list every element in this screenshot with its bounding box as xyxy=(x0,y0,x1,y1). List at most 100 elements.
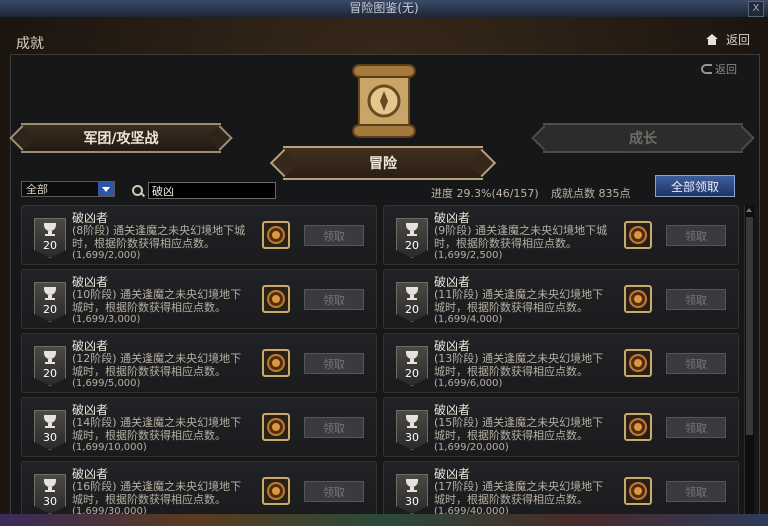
achievement-level: 30 xyxy=(43,495,57,508)
trophy-cup xyxy=(406,415,418,423)
reward-emblem-icon[interactable] xyxy=(262,413,290,441)
claim-button[interactable]: 领取 xyxy=(304,289,364,310)
claim-button[interactable]: 领取 xyxy=(666,225,726,246)
achievement-level: 20 xyxy=(405,239,419,252)
achievement-level: 20 xyxy=(43,303,57,316)
reward-emblem-icon[interactable] xyxy=(262,477,290,505)
claim-button[interactable]: 领取 xyxy=(304,481,364,502)
claim-button[interactable]: 领取 xyxy=(304,225,364,246)
reward-emblem-icon[interactable] xyxy=(262,221,290,249)
claim-button[interactable]: 领取 xyxy=(304,417,364,438)
back-arrow-icon xyxy=(701,64,712,74)
trophy-cup xyxy=(406,479,418,487)
achievement-card: 20 破凶者 (8阶段) 通关逢魔之未央幻境地下城时，根据阶数获得相应点数。 (1,6… xyxy=(21,205,377,265)
reward-emblem-icon[interactable] xyxy=(624,285,652,313)
window-title: 冒险图鉴(无) xyxy=(349,1,419,15)
achievement-level: 30 xyxy=(43,431,57,444)
chevron-down-icon[interactable] xyxy=(98,182,114,196)
reward-emblem-icon[interactable] xyxy=(624,413,652,441)
trophy-cup xyxy=(406,287,418,295)
scroll-compass-icon xyxy=(352,64,416,138)
trophy-base xyxy=(407,490,417,492)
tab-adventure-label: 冒险 xyxy=(369,156,397,172)
achievement-progress: (1,699/2,000) xyxy=(72,250,141,261)
achievement-level: 20 xyxy=(405,367,419,380)
trophy-icon: 30 xyxy=(34,410,66,450)
category-dropdown[interactable]: 全部 xyxy=(21,181,115,197)
reward-emblem-icon[interactable] xyxy=(624,477,652,505)
list-scrollbar[interactable] xyxy=(744,205,754,521)
scroll-up-icon[interactable] xyxy=(745,205,754,215)
achievement-card: 30 破凶者 (17阶段) 通关逢魔之未央幻境地下城时，根据阶数获得相应点数。 (1,… xyxy=(383,461,739,521)
achievement-description: (17阶段) 通关逢魔之未央幻境地下城时，根据阶数获得相应点数。 xyxy=(434,480,604,506)
tab-growth-label: 成长 xyxy=(629,131,657,147)
claim-button[interactable]: 领取 xyxy=(304,353,364,374)
claim-button[interactable]: 领取 xyxy=(666,481,726,502)
trophy-base xyxy=(407,234,417,236)
trophy-base xyxy=(407,298,417,300)
trophy-icon: 20 xyxy=(396,346,428,386)
trophy-base xyxy=(45,234,55,236)
trophy-icon: 30 xyxy=(396,474,428,514)
trophy-cup xyxy=(44,479,56,487)
achievement-progress: (1,699/6,000) xyxy=(434,378,503,389)
achievement-level: 30 xyxy=(405,431,419,444)
achievement-card: 20 破凶者 (9阶段) 通关逢魔之未央幻境地下城时，根据阶数获得相应点数。 (1,6… xyxy=(383,205,739,265)
achievement-level: 20 xyxy=(405,303,419,316)
tab-legion-raid-label: 军团/攻坚战 xyxy=(83,131,159,147)
panel-back-button[interactable]: 返回 xyxy=(701,61,737,77)
achievement-description: (16阶段) 通关逢魔之未央幻境地下城时，根据阶数获得相应点数。 xyxy=(72,480,242,506)
trophy-cup xyxy=(44,415,56,423)
achievement-card: 30 破凶者 (14阶段) 通关逢魔之未央幻境地下城时，根据阶数获得相应点数。 (1,… xyxy=(21,397,377,457)
scroll-thumb[interactable] xyxy=(746,217,753,435)
home-icon[interactable] xyxy=(705,34,718,45)
tab-growth[interactable]: 成长 xyxy=(543,123,743,153)
trophy-cup xyxy=(44,351,56,359)
achievement-window: 成就 返回 返回 军团/攻坚战 成长 冒险 全部 进度 29.3%(46/157… xyxy=(0,17,768,526)
header-back-button[interactable]: 返回 xyxy=(726,31,750,48)
reward-emblem-icon[interactable] xyxy=(624,349,652,377)
achievement-level: 30 xyxy=(405,495,419,508)
claim-button[interactable]: 领取 xyxy=(666,353,726,374)
window-close-button[interactable]: X xyxy=(748,1,764,17)
window-titlebar: 冒险图鉴(无) X xyxy=(0,0,768,18)
trophy-cup xyxy=(44,287,56,295)
search-icon xyxy=(132,185,143,196)
achievement-card: 30 破凶者 (16阶段) 通关逢魔之未央幻境地下城时，根据阶数获得相应点数。 (1,… xyxy=(21,461,377,521)
trophy-cup xyxy=(44,223,56,231)
header-nav: 返回 xyxy=(705,31,750,48)
tab-adventure[interactable]: 冒险 xyxy=(283,146,483,180)
achievement-description: (15阶段) 通关逢魔之未央幻境地下城时，根据阶数获得相应点数。 xyxy=(434,416,604,442)
search-input[interactable] xyxy=(148,182,276,199)
achievement-card: 20 破凶者 (13阶段) 通关逢魔之未央幻境地下城时，根据阶数获得相应点数。 (1,… xyxy=(383,333,739,393)
reward-emblem-icon[interactable] xyxy=(624,221,652,249)
achievement-progress: (1,699/10,000) xyxy=(72,442,147,453)
achievement-progress: (1,699/4,000) xyxy=(434,314,503,325)
trophy-base xyxy=(45,490,55,492)
achievement-points: 成就点数 835点 xyxy=(551,187,631,200)
trophy-icon: 20 xyxy=(396,282,428,322)
panel-back-label: 返回 xyxy=(715,63,737,76)
achievement-description: (11阶段) 通关逢魔之未央幻境地下城时，根据阶数获得相应点数。 xyxy=(434,288,604,314)
trophy-icon: 20 xyxy=(34,282,66,322)
achievement-level: 20 xyxy=(43,367,57,380)
achievement-description: (8阶段) 通关逢魔之未央幻境地下城时，根据阶数获得相应点数。 xyxy=(72,224,246,250)
achievement-progress: (1,699/20,000) xyxy=(434,442,509,453)
reward-emblem-icon[interactable] xyxy=(262,285,290,313)
trophy-icon: 20 xyxy=(34,218,66,258)
progress-text: 进度 29.3%(46/157) xyxy=(431,187,539,200)
content-panel: 返回 军团/攻坚战 成长 冒险 全部 进度 29.3%(46/157) 成就点数… xyxy=(10,54,760,526)
achievement-description: (9阶段) 通关逢魔之未央幻境地下城时，根据阶数获得相应点数。 xyxy=(434,224,608,250)
claim-button[interactable]: 领取 xyxy=(666,417,726,438)
claim-button[interactable]: 领取 xyxy=(666,289,726,310)
trophy-icon: 20 xyxy=(396,218,428,258)
trophy-base xyxy=(407,362,417,364)
achievement-progress: (1,699/5,000) xyxy=(72,378,141,389)
tab-legion-raid[interactable]: 军团/攻坚战 xyxy=(21,123,221,153)
achievement-description: (14阶段) 通关逢魔之未央幻境地下城时，根据阶数获得相应点数。 xyxy=(72,416,242,442)
achievement-description: (13阶段) 通关逢魔之未央幻境地下城时，根据阶数获得相应点数。 xyxy=(434,352,604,378)
achievement-progress: (1,699/2,500) xyxy=(434,250,503,261)
reward-emblem-icon[interactable] xyxy=(262,349,290,377)
claim-all-button[interactable]: 全部领取 xyxy=(655,175,735,197)
trophy-base xyxy=(45,426,55,428)
